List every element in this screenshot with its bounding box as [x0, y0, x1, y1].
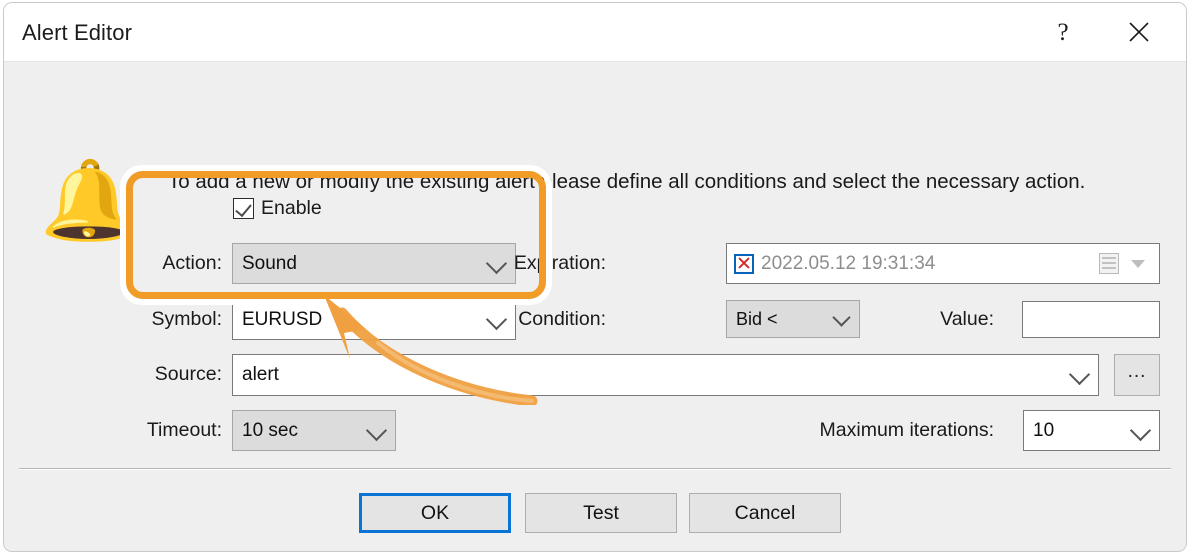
intro-text: To add a new or modify the existing aler…	[168, 170, 1086, 193]
test-button[interactable]: Test	[525, 493, 677, 533]
condition-label: Condition:	[518, 308, 606, 330]
condition-value: Bid <	[736, 308, 778, 329]
checkbox-box	[233, 198, 254, 219]
test-label: Test	[583, 501, 619, 524]
check-icon	[235, 199, 252, 218]
max-iterations-value: 10	[1033, 419, 1055, 441]
source-value: alert	[242, 364, 279, 385]
value-label: Value:	[940, 308, 994, 330]
close-icon	[1129, 22, 1149, 42]
bell-icon: 🔔	[40, 156, 138, 244]
chevron-down-icon	[1129, 419, 1152, 441]
chevron-down-icon[interactable]	[1131, 259, 1145, 268]
enable-checkbox[interactable]: Enable	[233, 197, 322, 220]
timeout-select[interactable]: 10 sec	[232, 410, 396, 451]
expiration-toggle-checkbox[interactable]	[734, 253, 754, 274]
footer-divider	[19, 468, 1171, 470]
action-label: Action:	[162, 252, 222, 274]
alert-editor-window: Alert Editor ? 🔔 To add a new or modify …	[0, 0, 1190, 554]
question-mark-icon: ?	[1057, 18, 1069, 46]
window-title: Alert Editor	[22, 20, 133, 45]
action-value: Sound	[242, 252, 297, 274]
source-browse-button[interactable]: ...	[1114, 354, 1160, 396]
source-label: Source:	[154, 363, 222, 385]
expiration-label: Expiration:	[513, 252, 606, 274]
ok-button[interactable]: OK	[359, 493, 511, 533]
source-select[interactable]: alert	[232, 354, 1099, 396]
cancel-button[interactable]: Cancel	[689, 493, 841, 533]
enable-label: Enable	[261, 197, 322, 219]
ellipsis-icon: ...	[1127, 361, 1147, 382]
timeout-label: Timeout:	[146, 419, 222, 441]
max-iterations-label: Maximum iterations:	[819, 419, 994, 441]
chevron-down-icon	[1068, 363, 1091, 386]
max-iterations-select[interactable]: 10	[1023, 410, 1160, 451]
dialog-body: 🔔 To add a new or modify the existing al…	[4, 62, 1186, 551]
timeout-value: 10 sec	[242, 419, 298, 441]
dialog-frame: Alert Editor ? 🔔 To add a new or modify …	[3, 2, 1187, 552]
close-button[interactable]	[1106, 3, 1172, 61]
title-bar: Alert Editor ?	[4, 3, 1186, 62]
ok-label: OK	[420, 501, 450, 524]
expiration-value: 2022.05.12 19:31:34	[761, 252, 936, 274]
symbol-value: EURUSD	[242, 308, 323, 330]
calendar-icon[interactable]	[1099, 252, 1119, 274]
help-button[interactable]: ?	[1030, 3, 1096, 61]
cancel-label: Cancel	[734, 501, 796, 524]
expiration-field[interactable]: 2022.05.12 19:31:34	[726, 243, 1160, 284]
chevron-down-icon	[365, 419, 388, 441]
value-input[interactable]	[1022, 301, 1160, 338]
symbol-label: Symbol:	[151, 308, 222, 330]
